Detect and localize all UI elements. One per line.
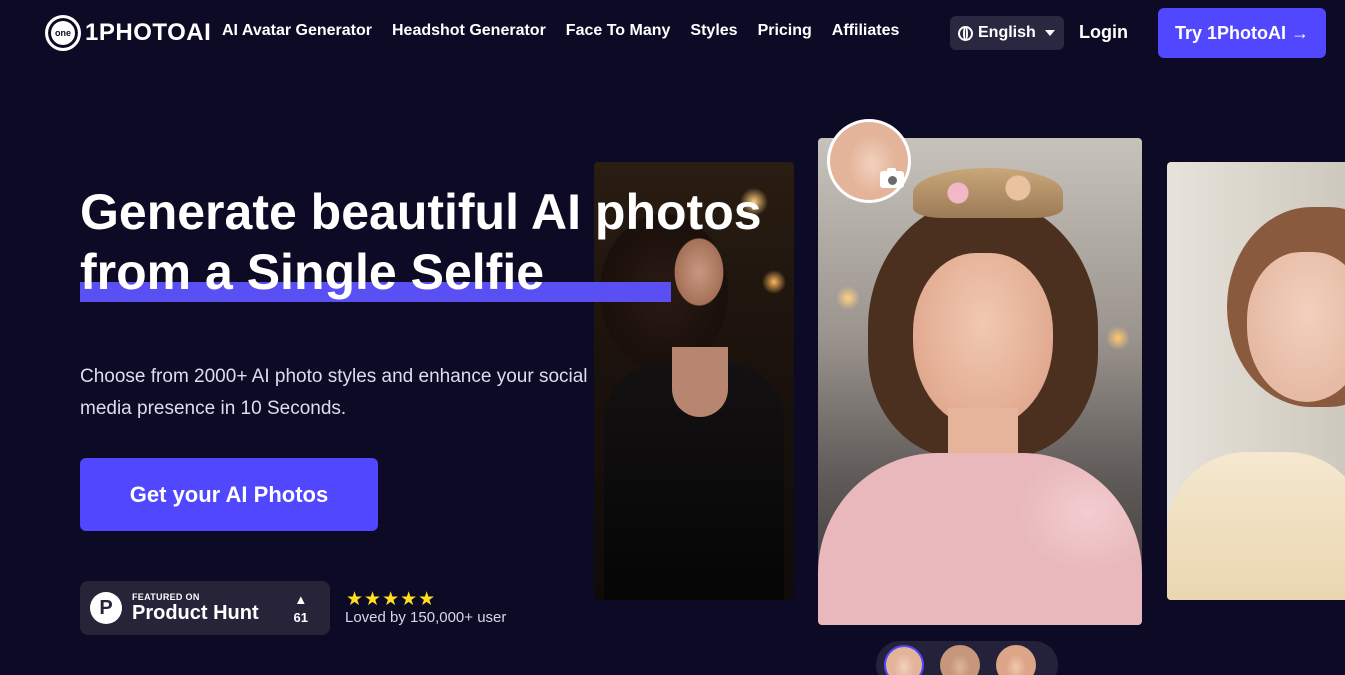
product-hunt-icon: P xyxy=(90,592,122,624)
try-button[interactable]: Try 1PhotoAI → xyxy=(1158,8,1326,58)
logo-text: 1PHOTOAI xyxy=(85,19,212,46)
headline-line-1: Generate beautiful AI photos xyxy=(80,184,762,240)
face-shape xyxy=(913,253,1053,428)
dress-shape xyxy=(1167,452,1345,600)
sample-photo-right xyxy=(1167,162,1345,600)
featured-on-label: FEATURED ON xyxy=(132,592,200,602)
hero-subtext: Choose from 2000+ AI photo styles and en… xyxy=(80,366,588,419)
language-label: English xyxy=(978,24,1036,41)
upvote-arrow-icon: ▲ xyxy=(294,592,308,607)
nav-link-pricing[interactable]: Pricing xyxy=(758,22,812,40)
camera-icon xyxy=(878,167,906,190)
style-thumbnails xyxy=(876,641,1058,675)
thumbnail[interactable] xyxy=(996,645,1036,675)
loved-by-text: Loved by 150,000+ user xyxy=(345,609,507,626)
product-hunt-badge[interactable]: P FEATURED ON Product Hunt ▲ 61 xyxy=(80,581,330,635)
get-ai-photos-button[interactable]: Get your AI Photos xyxy=(80,458,378,531)
logo[interactable]: one 1PHOTOAI xyxy=(45,14,211,52)
login-link[interactable]: Login xyxy=(1079,22,1128,43)
thumbnail-selected[interactable] xyxy=(884,645,924,675)
nav-link-ai-avatar-generator[interactable]: AI Avatar Generator xyxy=(222,22,372,40)
upvote-count: ▲ 61 xyxy=(294,591,308,627)
language-selector[interactable]: English xyxy=(950,16,1064,50)
logo-badge-icon: one xyxy=(45,15,81,51)
chevron-down-icon xyxy=(1044,30,1055,36)
globe-icon xyxy=(958,25,973,41)
nav-link-styles[interactable]: Styles xyxy=(690,22,737,40)
upvote-number: 61 xyxy=(293,610,308,625)
headline-line-2: from a Single Selfie xyxy=(80,244,545,300)
selfie-avatar xyxy=(827,119,911,203)
hero-headline: Generate beautiful AI photos from a Sing… xyxy=(80,182,800,302)
nav-link-headshot-generator[interactable]: Headshot Generator xyxy=(392,22,546,40)
tiara-shape xyxy=(913,168,1063,218)
rating-stars: ★★★★★ xyxy=(346,589,437,610)
product-hunt-name: Product Hunt xyxy=(132,602,259,624)
sample-photo-center xyxy=(818,138,1142,625)
product-hunt-text: FEATURED ON Product Hunt xyxy=(132,592,259,624)
neck-shape xyxy=(672,347,728,417)
thumbnail[interactable] xyxy=(940,645,980,675)
nav-link-face-to-many[interactable]: Face To Many xyxy=(566,22,671,40)
nav-links: AI Avatar Generator Headshot Generator F… xyxy=(222,22,899,40)
top-nav: one 1PHOTOAI AI Avatar Generator Headsho… xyxy=(0,0,1345,66)
dress-shape xyxy=(818,453,1142,625)
nav-link-affiliates[interactable]: Affiliates xyxy=(832,22,900,40)
